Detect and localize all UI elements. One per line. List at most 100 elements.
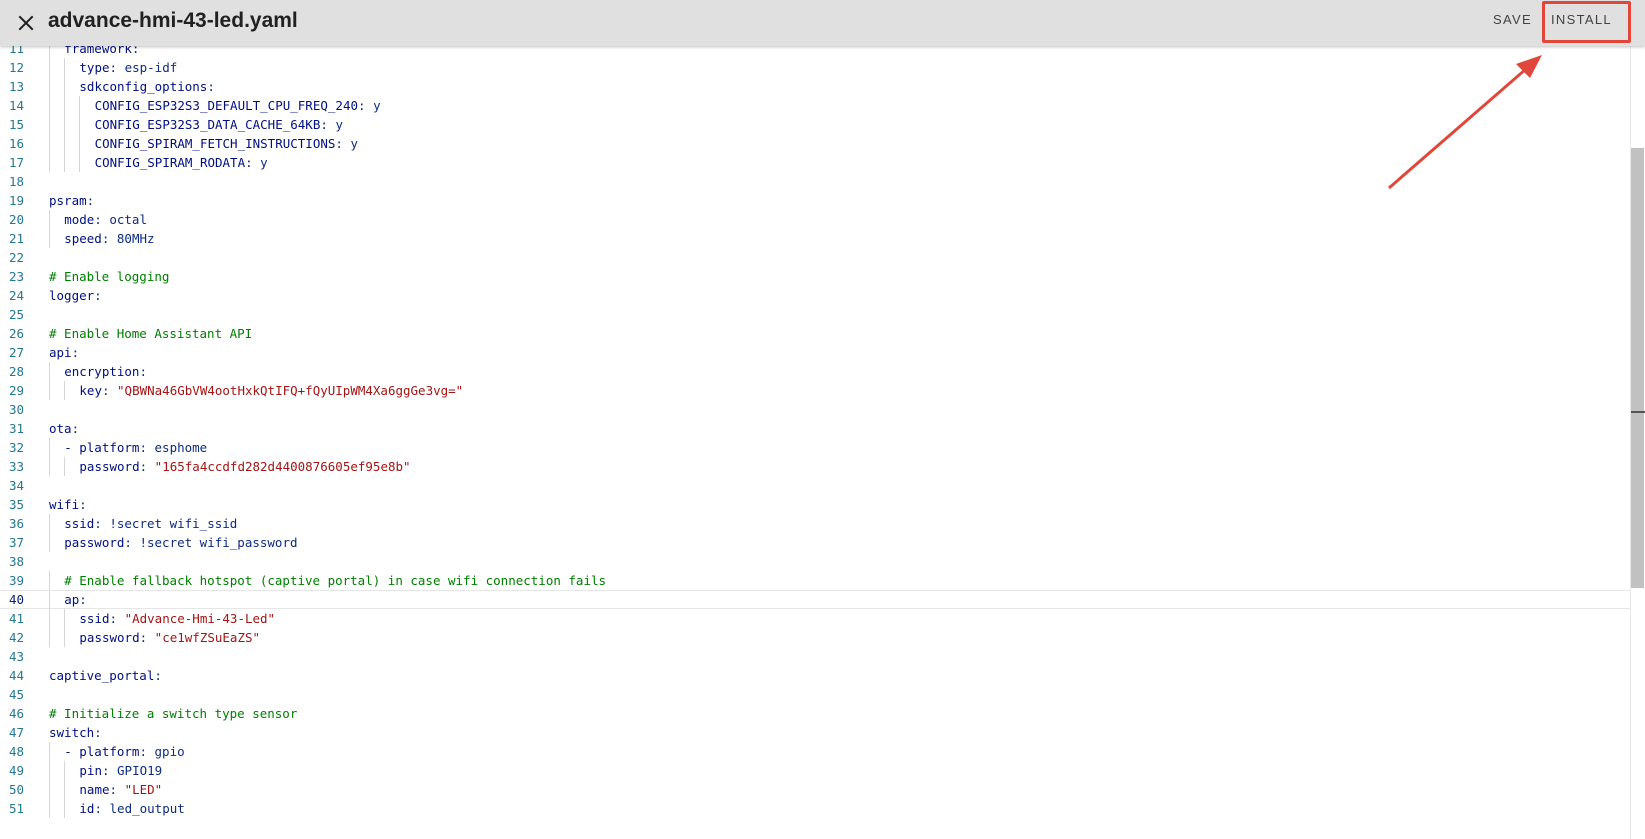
install-highlight-box: [1542, 1, 1631, 43]
code-line[interactable]: 38: [0, 552, 1630, 571]
line-number: 17: [8, 155, 24, 170]
code-line[interactable]: 41 ssid: "Advance-Hmi-43-Led": [0, 609, 1630, 628]
code-line[interactable]: 35 wifi:: [0, 495, 1630, 514]
code-key: framework: [64, 46, 132, 56]
code-line[interactable]: 13 sdkconfig_options:: [0, 77, 1630, 96]
code-line[interactable]: 33 password: "165fa4ccdfd282d4400876605ef…: [0, 457, 1630, 476]
code-separator: :: [124, 535, 140, 550]
indent-guide: [79, 96, 81, 115]
code-line[interactable]: 21 speed: 80MHz: [0, 229, 1630, 248]
code-line[interactable]: 28 encryption:: [0, 362, 1630, 381]
line-number: 43: [8, 649, 24, 664]
indent-guide: [49, 591, 50, 610]
save-button[interactable]: SAVE: [1493, 12, 1532, 27]
line-number: 48: [8, 744, 24, 759]
code-value: !secret wifi_ssid: [109, 516, 238, 531]
line-number: 34: [8, 478, 24, 493]
code-value: !secret wifi_password: [139, 535, 298, 550]
code-value: "LED": [124, 782, 163, 797]
code-line[interactable]: 34: [0, 476, 1630, 495]
code-value: y: [350, 136, 359, 151]
code-line[interactable]: 20 mode: octal: [0, 210, 1630, 229]
code-separator: :: [101, 231, 117, 246]
code-separator: :: [207, 79, 215, 94]
line-number: 19: [8, 193, 24, 208]
code-line[interactable]: 44 captive_portal:: [0, 666, 1630, 685]
indent-guide: [49, 134, 50, 153]
code-line[interactable]: 49 pin: GPIO19: [0, 761, 1630, 780]
code-key: - platform: [64, 744, 140, 759]
code-line[interactable]: 25: [0, 305, 1630, 324]
code-line[interactable]: 30: [0, 400, 1630, 419]
code-line[interactable]: 15 CONFIG_ESP32S3_DATA_CACHE_64KB: y: [0, 115, 1630, 134]
indent-guide: [49, 362, 50, 381]
code-key: password: [64, 535, 125, 550]
code-separator: :: [139, 440, 155, 455]
code-value: y: [260, 155, 268, 170]
line-number: 33: [8, 459, 24, 474]
code-line[interactable]: 46 # Initialize a switch type sensor: [0, 704, 1630, 723]
code-text: type: esp-idf: [79, 58, 177, 77]
indent-guide: [49, 457, 50, 476]
code-line[interactable]: 36 ssid: !secret wifi_ssid: [0, 514, 1630, 533]
code-editor[interactable]: 11 framework: 12 type: esp-idf 13 sdkconfig_o…: [0, 46, 1630, 839]
indent-guide: [49, 761, 50, 780]
code-separator: :: [139, 459, 155, 474]
code-key: encryption: [64, 364, 140, 379]
code-value: y: [335, 117, 343, 132]
code-line[interactable]: 47 switch:: [0, 723, 1630, 742]
line-number: 42: [8, 630, 24, 645]
code-text: logger:: [49, 286, 102, 305]
line-number: 26: [8, 326, 24, 341]
code-line[interactable]: 26 # Enable Home Assistant API: [0, 324, 1630, 343]
indent-guide: [79, 115, 81, 134]
code-line[interactable]: 16 CONFIG_SPIRAM_FETCH_INSTRUCTIONS: y: [0, 134, 1630, 153]
code-line[interactable]: 27 api:: [0, 343, 1630, 362]
cursor-position-marker: [1631, 411, 1645, 413]
code-key: ssid: [64, 516, 95, 531]
code-value: octal: [109, 212, 147, 227]
close-button[interactable]: [10, 7, 42, 39]
code-key: psram: [49, 193, 87, 208]
code-separator: :: [101, 763, 118, 778]
code-separator: :: [139, 364, 147, 379]
code-line[interactable]: 43: [0, 647, 1630, 666]
code-line[interactable]: 45: [0, 685, 1630, 704]
code-separator: :: [109, 60, 125, 75]
code-text: key: "QBWNa46GbVW4ootHxkQtIFQ+fQyUIpWM4X…: [79, 381, 463, 400]
indent-guide: [64, 628, 66, 647]
code-line[interactable]: 14 CONFIG_ESP32S3_DEFAULT_CPU_FREQ_240: y: [0, 96, 1630, 115]
line-number: 25: [8, 307, 24, 322]
code-text: speed: 80MHz: [64, 229, 154, 248]
code-separator: :: [79, 497, 87, 512]
code-key: mode: [64, 212, 95, 227]
editor-scrollbar-thumb[interactable]: [1631, 148, 1644, 588]
code-line[interactable]: 40 ap:: [0, 590, 1630, 610]
code-line[interactable]: 18: [0, 172, 1630, 191]
code-line[interactable]: 37 password: !secret wifi_password: [0, 533, 1630, 552]
code-text: sdkconfig_options:: [79, 77, 214, 96]
code-value: "165fa4ccdfd282d4400876605ef95e8b": [154, 459, 411, 474]
indent-guide: [64, 457, 66, 476]
code-line[interactable]: 17 CONFIG_SPIRAM_RODATA: y: [0, 153, 1630, 172]
code-text: ap:: [64, 591, 87, 608]
line-number: 23: [8, 269, 24, 284]
code-line[interactable]: 23 # Enable logging: [0, 267, 1630, 286]
code-line[interactable]: 22: [0, 248, 1630, 267]
code-line[interactable]: 50 name: "LED": [0, 780, 1630, 799]
code-line[interactable]: 31 ota:: [0, 419, 1630, 438]
code-line[interactable]: 32 - platform: esphome: [0, 438, 1630, 457]
code-line[interactable]: 29 key: "QBWNa46GbVW4ootHxkQtIFQ+fQyUIpWM…: [0, 381, 1630, 400]
code-line[interactable]: 39 # Enable fallback hotspot (captive por…: [0, 571, 1630, 590]
code-value: gpio: [154, 744, 185, 759]
code-line[interactable]: 48 - platform: gpio: [0, 742, 1630, 761]
code-line[interactable]: 19 psram:: [0, 191, 1630, 210]
code-line[interactable]: 42 password: "ce1wfZSuEaZS": [0, 628, 1630, 647]
code-line[interactable]: 11 framework:: [0, 46, 1630, 58]
code-line[interactable]: 51 id: led_output: [0, 799, 1630, 818]
line-number: 14: [8, 98, 24, 113]
code-line[interactable]: 12 type: esp-idf: [0, 58, 1630, 77]
code-line[interactable]: 24 logger:: [0, 286, 1630, 305]
indent-guide: [49, 229, 50, 248]
editor-toolbar: advance-hmi-43-led.yaml SAVE INSTALL: [0, 0, 1645, 46]
